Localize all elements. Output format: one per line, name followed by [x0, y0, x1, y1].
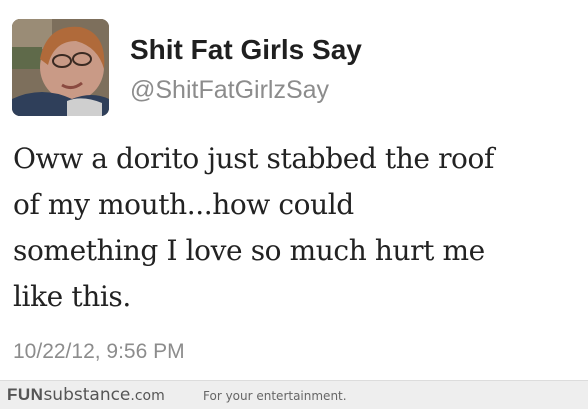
tweet-text-line: like this.: [13, 280, 131, 313]
tweet-text: Oww a dorito just stabbed the roof of my…: [13, 136, 578, 320]
tweet-text-line: of my mouth...how could: [13, 188, 354, 221]
brand-suffix: .com: [130, 388, 165, 404]
brand-main: substance: [43, 385, 131, 405]
tweet-text-line: something I love so much hurt me: [13, 234, 485, 267]
display-name[interactable]: Shit Fat Girls Say: [130, 34, 362, 66]
funsubstance-logo: FUNsubstance.com: [7, 385, 165, 405]
tweet-timestamp[interactable]: 10/22/12, 9:56 PM: [13, 340, 185, 364]
brand-bold: FUN: [7, 385, 44, 404]
user-handle[interactable]: @ShitFatGirlzSay: [130, 76, 329, 105]
watermark-footer: FUNsubstance.com For your entertainment.: [0, 380, 588, 409]
tweet-card: Shit Fat Girls Say @ShitFatGirlzSay Oww …: [0, 0, 588, 380]
profile-avatar[interactable]: [12, 19, 109, 116]
tweet-text-line: Oww a dorito just stabbed the roof: [13, 142, 494, 175]
avatar-photo-icon: [12, 19, 109, 116]
footer-tagline: For your entertainment.: [203, 389, 347, 403]
